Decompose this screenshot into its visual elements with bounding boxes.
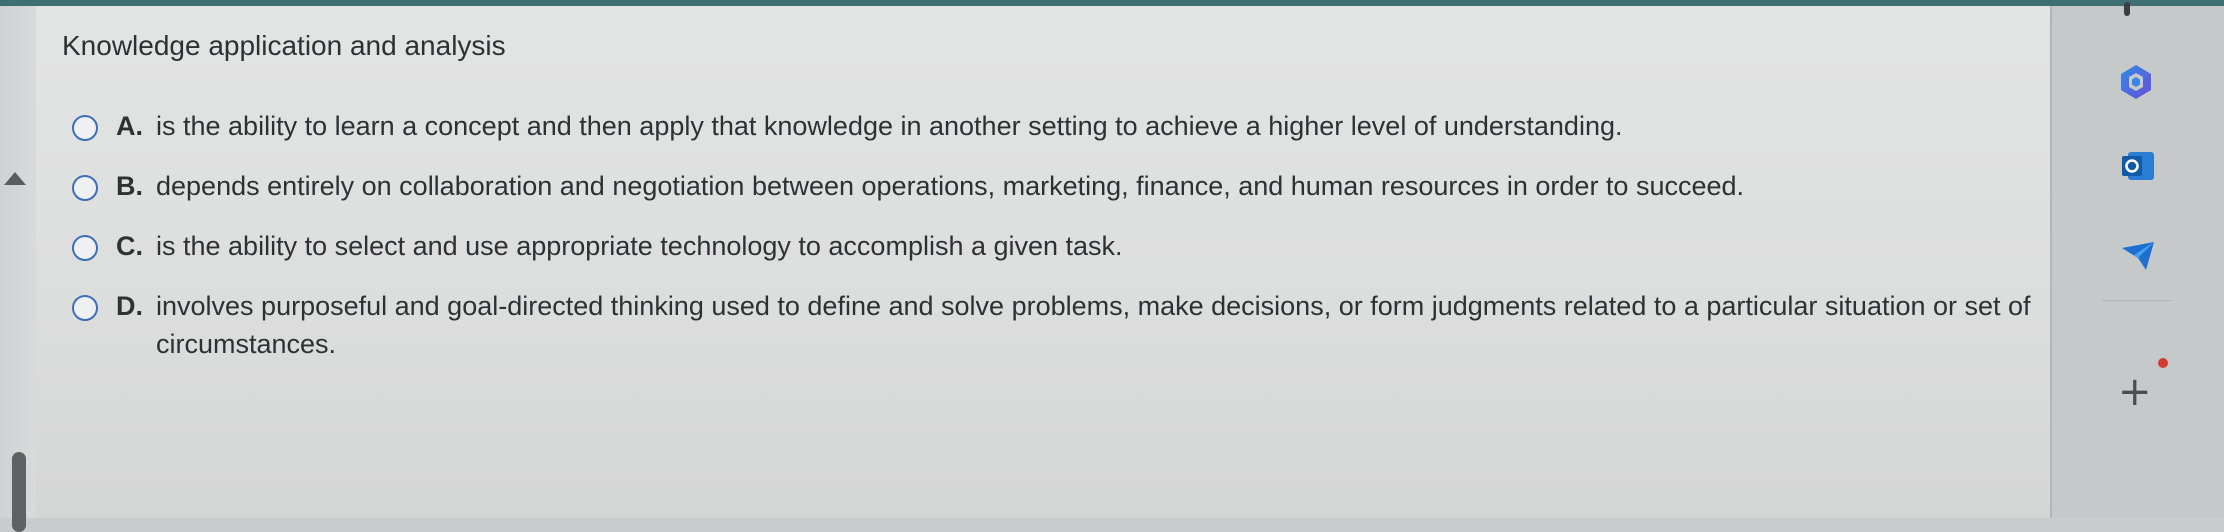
option-b[interactable]: B. depends entirely on collaboration and… (72, 171, 2032, 231)
question-panel: Knowledge application and analysis A. is… (36, 6, 2050, 518)
option-a[interactable]: A. is the ability to learn a concept and… (72, 111, 2032, 171)
option-text: is the ability to select and use appropr… (156, 231, 1123, 261)
radio-option-d[interactable] (72, 295, 98, 321)
option-text: is the ability to learn a concept and th… (156, 111, 1623, 141)
option-d[interactable]: D. involves purposeful and goal-directed… (72, 291, 2032, 387)
option-text: involves purposeful and goal-directed th… (156, 291, 2031, 359)
sidebar-handle (2124, 2, 2130, 16)
radio-option-c[interactable] (72, 235, 98, 261)
option-c[interactable]: C. is the ability to select and use appr… (72, 231, 2032, 291)
left-gutter (0, 6, 36, 532)
sidebar-divider (2102, 300, 2172, 301)
option-letter: B. (116, 171, 143, 201)
option-letter: A. (116, 111, 143, 141)
browser-sidebar: + (2050, 2, 2224, 518)
radio-option-a[interactable] (72, 115, 98, 141)
copilot-icon[interactable] (2116, 62, 2156, 102)
answer-options: A. is the ability to learn a concept and… (72, 111, 2032, 387)
send-icon[interactable] (2118, 236, 2158, 276)
outlook-icon[interactable] (2118, 146, 2158, 186)
notification-dot (2158, 358, 2168, 368)
question-title: Knowledge application and analysis (62, 30, 506, 61)
add-icon[interactable]: + (2118, 372, 2152, 412)
collapse-arrow-icon[interactable] (4, 172, 26, 185)
scrollbar-thumb[interactable] (12, 452, 26, 532)
option-letter: C. (116, 231, 143, 261)
radio-option-b[interactable] (72, 175, 98, 201)
option-text: depends entirely on collaboration and ne… (156, 171, 1745, 201)
option-letter: D. (116, 291, 143, 321)
